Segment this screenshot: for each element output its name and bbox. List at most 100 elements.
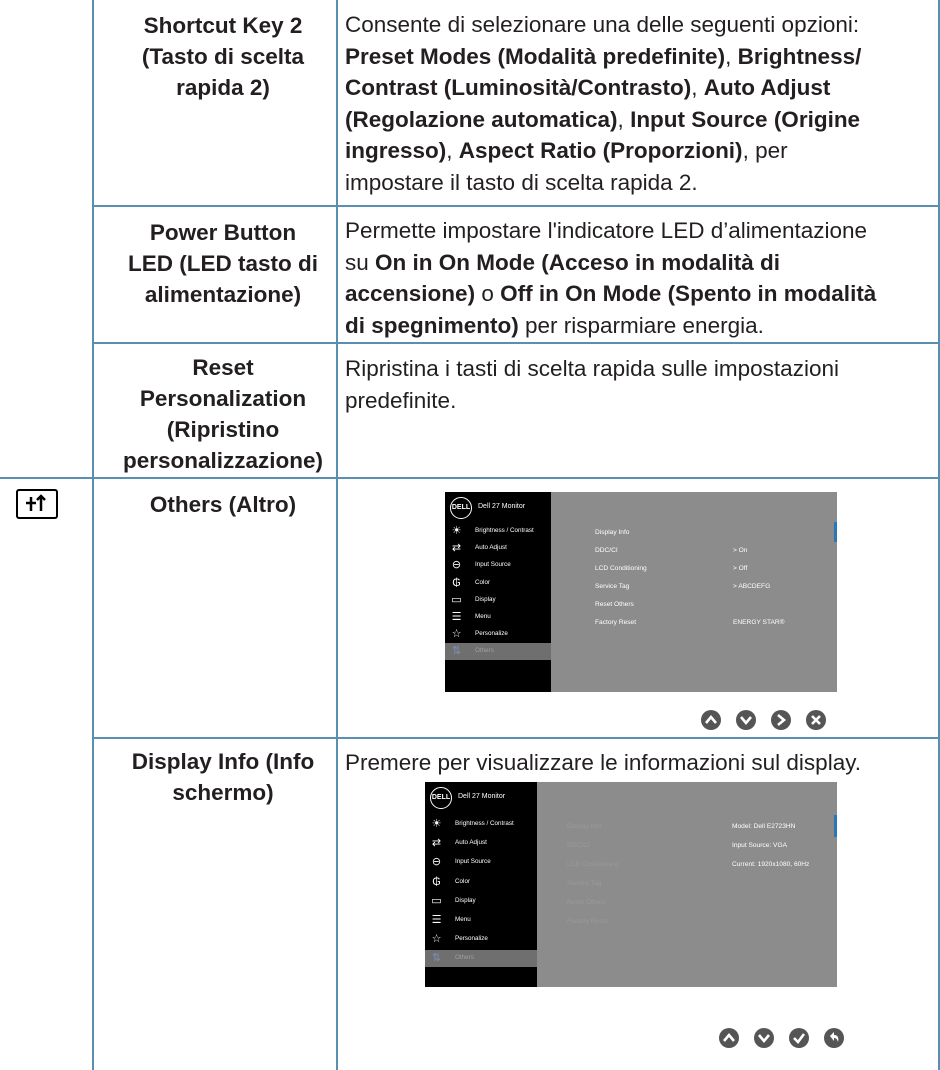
up-button-icon[interactable] bbox=[700, 709, 722, 731]
osd-menu-label: Others bbox=[475, 647, 494, 655]
color-icon: ₲ bbox=[432, 875, 441, 888]
osd-menu-item[interactable]: ☆ Personalize bbox=[425, 931, 537, 948]
osd-info-current: Current: 1920x1080, 60Hz bbox=[732, 861, 810, 868]
osd-menu-label: Menu bbox=[455, 916, 471, 923]
dell-logo: DELL bbox=[430, 787, 452, 809]
osd-menu-item[interactable]: ₲ Color bbox=[445, 575, 551, 592]
option-term: (Regolazione automatica) bbox=[345, 106, 618, 132]
back-button-icon[interactable] bbox=[823, 1027, 845, 1049]
desc-text: , bbox=[691, 75, 704, 100]
osd-menu-item[interactable]: ▭ Display bbox=[425, 893, 537, 910]
osd-menu-item[interactable]: ☰ Menu bbox=[425, 912, 537, 929]
desc-text: per risparmiare energia. bbox=[518, 312, 764, 338]
desc-line: Contrast (Luminosità/Contrasto), Auto Ad… bbox=[345, 72, 930, 104]
down-button-icon[interactable] bbox=[735, 709, 757, 731]
desc-text: Consente di selezionare una delle seguen… bbox=[345, 12, 860, 37]
osd-sub-lcd-conditioning: LCD Conditioning bbox=[567, 861, 619, 868]
osd-menu-label: Personalize bbox=[455, 935, 488, 943]
desc-text: predefinite. bbox=[345, 387, 457, 413]
others-icon: ⇅ bbox=[431, 952, 442, 965]
option-term: Brightness/ bbox=[737, 43, 862, 69]
osd-menu-label: Brightness / Contrast bbox=[455, 820, 514, 827]
osd-menu-label: Color bbox=[455, 877, 471, 885]
osd-menu-item[interactable]: ☆ Personalize bbox=[445, 626, 551, 643]
up-button-icon[interactable] bbox=[718, 1027, 740, 1049]
osd-sub-ddcci: DDC/CI bbox=[567, 842, 590, 849]
osd-menu-label: Display bbox=[475, 595, 496, 603]
check-button-icon[interactable] bbox=[788, 1027, 810, 1049]
others-sliders-icon bbox=[16, 489, 58, 519]
star-icon: ☆ bbox=[431, 933, 442, 946]
sun-icon: ☀ bbox=[431, 818, 442, 830]
desc-line: Ripristina i tasti di scelta rapida sull… bbox=[345, 353, 930, 385]
desc-line: su On in On Mode (Acceso in modalità di bbox=[345, 247, 930, 279]
osd-menu-item[interactable]: ⊖ Input Source bbox=[445, 557, 551, 574]
osd-menu-label: Input Source bbox=[455, 858, 491, 866]
desc-text: , bbox=[725, 43, 738, 69]
osd-sub-reset-others: Reset Others bbox=[567, 899, 606, 906]
down-button-icon[interactable] bbox=[753, 1027, 775, 1049]
input-icon: ⊖ bbox=[451, 559, 462, 572]
desc-line: accensione) o Off in On Mode (Spento in … bbox=[345, 278, 930, 310]
star-icon: ☆ bbox=[451, 628, 462, 641]
osd-menu-item[interactable]: ₲ Color bbox=[425, 874, 537, 891]
close-button-icon[interactable] bbox=[805, 709, 827, 731]
row-power-button-led-desc: Permette impostare l'indicatore LED d’al… bbox=[345, 215, 930, 341]
others-icon: ⇅ bbox=[451, 645, 462, 658]
osd-sub-service-tag: Service Tag bbox=[595, 583, 630, 590]
osd-menu-item[interactable]: ☰ Menu bbox=[445, 609, 551, 626]
osd-sub-service-tag: Service Tag bbox=[567, 880, 602, 887]
desc-text: , bbox=[446, 138, 459, 163]
osd-menu-label: Auto Adjust bbox=[455, 839, 487, 847]
osd-menu-item[interactable]: ▭ Display bbox=[445, 592, 551, 609]
osd-sub-lcd-conditioning: LCD Conditioning bbox=[595, 565, 647, 572]
osd-scroll-indicator bbox=[834, 522, 837, 542]
table-border-middle bbox=[336, 0, 338, 1070]
osd-menu-item[interactable]: ⇄ Auto Adjust bbox=[425, 835, 537, 852]
option-term: Contrast (Luminosità/Contrasto) bbox=[345, 75, 692, 100]
desc-line: Preset Modes (Modalità predefinite), Bri… bbox=[345, 41, 930, 73]
table-border-left bbox=[92, 0, 94, 1070]
osd-menu-item[interactable]: ☀ Brightness / Contrast bbox=[445, 523, 551, 540]
option-term: Aspect Ratio (Proporzioni) bbox=[458, 138, 743, 163]
desc-line: Consente di selezionare una delle seguen… bbox=[345, 9, 930, 41]
osd-sub-factory-reset: Factory Reset bbox=[567, 918, 609, 925]
osd-menu-label: Personalize bbox=[475, 630, 508, 638]
osd-sub-display-info: Display Info bbox=[595, 529, 630, 536]
row-divider bbox=[0, 477, 940, 479]
osd-sub-ddcci: DDC/CI bbox=[595, 547, 618, 554]
row-display-info-name: Display Info (Info schermo) bbox=[131, 749, 315, 805]
desc-text: o bbox=[475, 281, 501, 306]
osd-menu-item[interactable]: ⇄ Auto Adjust bbox=[445, 540, 551, 557]
option-term: ingresso) bbox=[345, 138, 447, 163]
option-term: Off in On Mode (Spento in modalità bbox=[500, 281, 877, 306]
osd-sub-display-info: Display Info bbox=[567, 823, 602, 830]
osd-panel bbox=[551, 492, 837, 692]
desc-line: Premere per visualizzare le informazioni… bbox=[345, 747, 930, 779]
desc-text: Premere per visualizzare le informazioni… bbox=[345, 750, 862, 775]
osd-menu-label: Input Source bbox=[475, 561, 511, 569]
osd-menu-item[interactable]: ⇅ Others bbox=[445, 643, 551, 661]
input-icon: ⊖ bbox=[431, 856, 442, 869]
row-divider bbox=[92, 205, 940, 207]
osd-menu-item[interactable]: ☀ Brightness / Contrast bbox=[425, 816, 537, 833]
osd-buttons-others bbox=[700, 709, 830, 733]
osd-display-info-screenshot: DELL Dell 27 Monitor Display Info DDC/CI… bbox=[425, 782, 837, 987]
osd-menu-label: Menu bbox=[475, 613, 491, 620]
osd-val-service-tag: > ABCDEFG bbox=[733, 583, 771, 590]
dell-logo: DELL bbox=[450, 497, 472, 519]
osd-menu-label: Auto Adjust bbox=[475, 544, 507, 552]
desc-line: di spegnimento) per risparmiare energia. bbox=[345, 310, 930, 342]
right-button-icon[interactable] bbox=[770, 709, 792, 731]
osd-val-ddcci: > On bbox=[733, 547, 748, 554]
osd-title: Dell 27 Monitor bbox=[478, 503, 526, 510]
osd-sub-factory-reset: Factory Reset bbox=[595, 619, 637, 626]
osd-menu-item[interactable]: ⊖ Input Source bbox=[425, 854, 537, 871]
option-term: Auto Adjust bbox=[703, 75, 831, 100]
row-shortcut-key-2-desc: Consente di selezionare una delle seguen… bbox=[345, 9, 930, 198]
osd-menu-item[interactable]: ⇅ Others bbox=[425, 950, 537, 968]
option-term: On in On Mode (Acceso in modalità di bbox=[375, 249, 781, 275]
desc-line: impostare il tasto di scelta rapida 2. bbox=[345, 167, 930, 199]
monitor-icon: ▭ bbox=[431, 894, 442, 907]
desc-text: impostare il tasto di scelta rapida 2. bbox=[345, 169, 698, 195]
